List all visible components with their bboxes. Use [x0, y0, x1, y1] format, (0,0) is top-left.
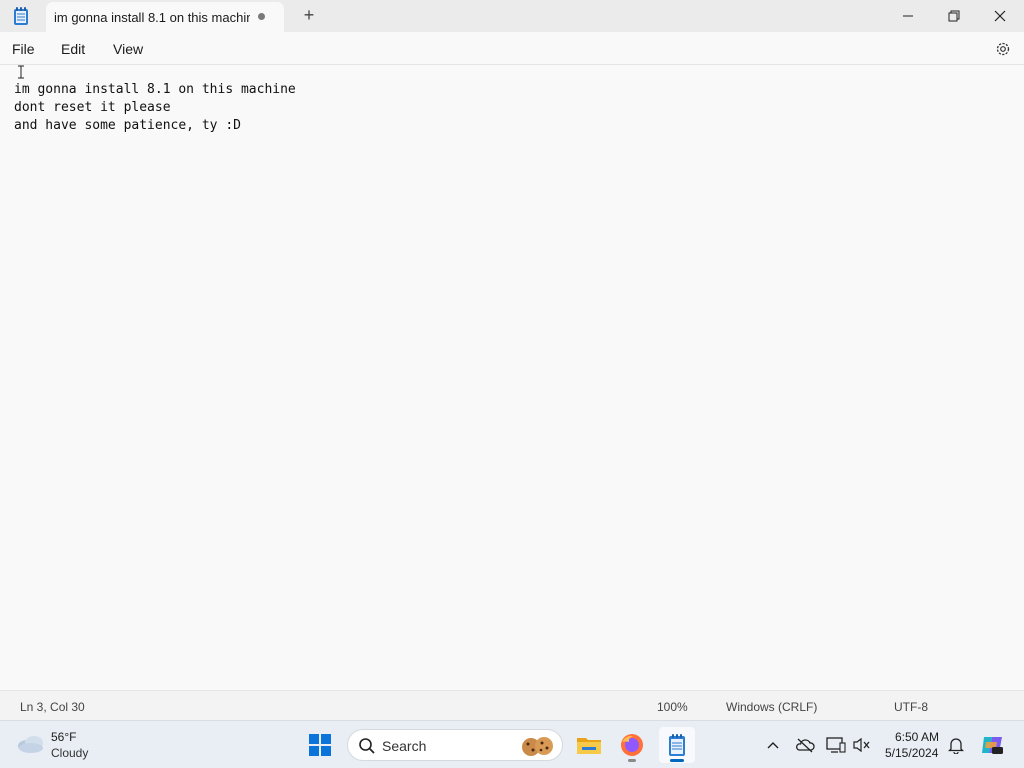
restore-button[interactable]: [931, 0, 977, 32]
start-button[interactable]: [302, 727, 338, 763]
line-endings[interactable]: Windows (CRLF): [726, 700, 817, 714]
menu-bar: File Edit View: [0, 32, 1024, 65]
unsaved-dot-icon[interactable]: [258, 13, 265, 20]
weather-cloud-icon[interactable]: [16, 733, 46, 755]
notepad-taskbar-button[interactable]: [659, 727, 695, 763]
weather-condition[interactable]: Cloudy: [51, 746, 88, 760]
menu-edit[interactable]: Edit: [61, 41, 85, 57]
chevron-up-icon[interactable]: [763, 735, 783, 755]
new-tab-button[interactable]: +: [298, 4, 320, 26]
firefox-icon: [621, 734, 643, 756]
taskbar-search[interactable]: Search: [347, 729, 563, 761]
cursor-position[interactable]: Ln 3, Col 30: [20, 700, 85, 714]
notepad-app-icon: [12, 6, 30, 26]
search-icon: [358, 737, 376, 755]
firefox-button[interactable]: [614, 727, 650, 763]
weather-temperature[interactable]: 56°F: [51, 730, 76, 744]
encoding[interactable]: UTF-8: [894, 700, 928, 714]
document-tab[interactable]: im gonna install 8.1 on this machin: [46, 2, 284, 32]
close-button[interactable]: [977, 0, 1023, 32]
running-indicator: [628, 759, 636, 762]
clock-time[interactable]: 6:50 AM: [895, 730, 939, 744]
tab-title: im gonna install 8.1 on this machin: [54, 10, 250, 25]
settings-gear-icon[interactable]: [994, 40, 1012, 58]
file-explorer-icon: [577, 738, 601, 754]
menu-view[interactable]: View: [113, 41, 143, 57]
display-icon[interactable]: [826, 735, 846, 755]
active-indicator: [670, 759, 684, 762]
text-cursor-icon: [16, 65, 26, 79]
clock-date[interactable]: 5/15/2024: [885, 746, 938, 760]
notepad-icon: [669, 734, 685, 756]
cookies-highlight-icon: [520, 734, 556, 758]
menu-file[interactable]: File: [12, 41, 35, 57]
zoom-level[interactable]: 100%: [657, 700, 688, 714]
bell-icon[interactable]: [946, 735, 966, 755]
sound-muted-icon[interactable]: [852, 735, 872, 755]
close-icon: [994, 10, 1006, 22]
copilot-icon[interactable]: [980, 733, 1004, 757]
status-bar: Ln 3, Col 30 100% Windows (CRLF) UTF-8: [0, 690, 1024, 720]
document-content[interactable]: im gonna install 8.1 on this machine don…: [14, 81, 296, 135]
search-label: Search: [382, 738, 427, 754]
title-bar[interactable]: im gonna install 8.1 on this machin +: [0, 0, 1024, 32]
onedrive-offline-icon[interactable]: [795, 735, 815, 755]
windows-logo-icon: [309, 734, 331, 756]
restore-icon: [948, 10, 960, 22]
file-explorer-button[interactable]: [571, 727, 607, 763]
taskbar: 56°F Cloudy Search 6:50 AM 5/15/2024: [0, 720, 1024, 768]
minimize-button[interactable]: [885, 0, 931, 32]
text-editor[interactable]: im gonna install 8.1 on this machine don…: [0, 65, 1024, 690]
minimize-icon: [903, 15, 913, 17]
